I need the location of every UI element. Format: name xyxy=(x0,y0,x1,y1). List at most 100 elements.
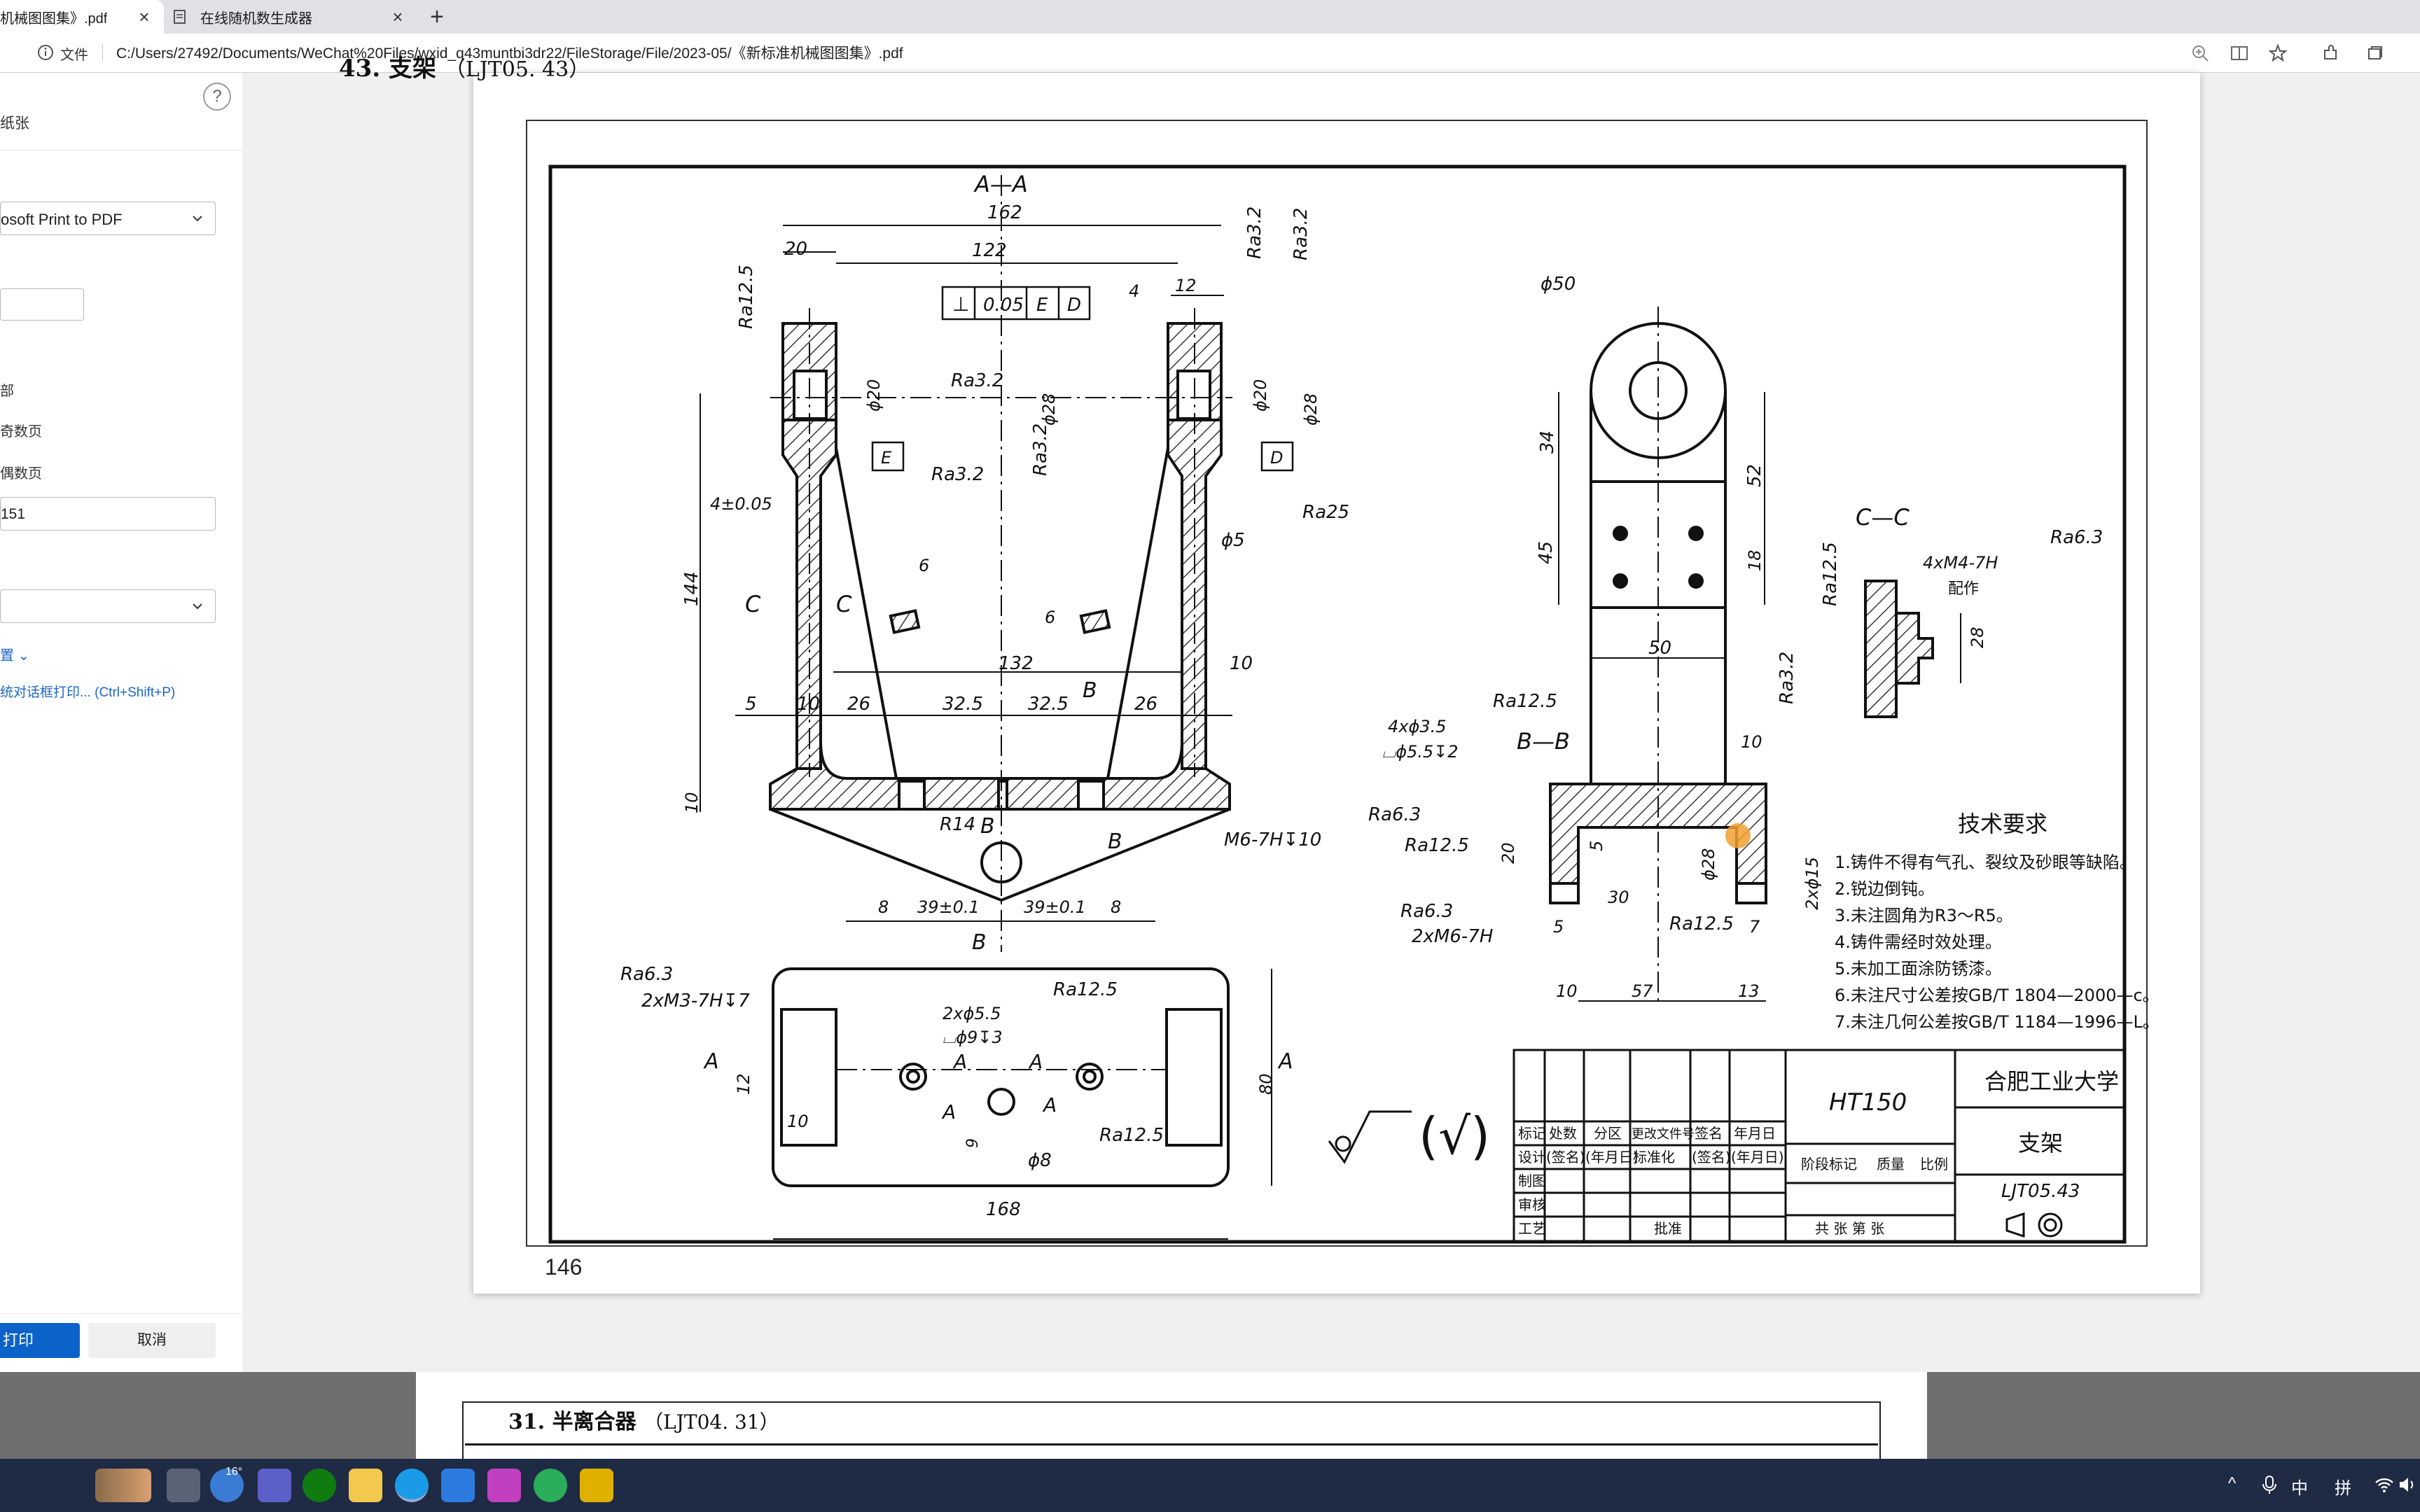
dim-5-c: 5 xyxy=(1587,841,1606,851)
tb-r2-c6: (年月日) xyxy=(1731,1149,1784,1166)
wifi-icon[interactable] xyxy=(2374,1476,2395,1494)
dim-8-a: 8 xyxy=(878,897,889,917)
dim-phi5: ϕ5 xyxy=(1221,530,1245,551)
dim-r14: R14 xyxy=(940,814,975,835)
next-page-title: 31. 半离合器 （LJT04. 31） xyxy=(508,1404,779,1435)
tb-material: HT150 xyxy=(1829,1088,1907,1116)
dim-18: 18 xyxy=(1745,550,1765,571)
roughness-ra3-2-c: Ra3.2 xyxy=(951,370,1003,391)
dim-4: 4 xyxy=(1129,281,1139,301)
section-aa-view xyxy=(769,175,1232,952)
dim-122: 122 xyxy=(972,240,1007,261)
xbox-icon[interactable] xyxy=(302,1469,336,1502)
perpendicularity-symbol: ⊥ xyxy=(952,293,969,316)
section-b-mark-4: B xyxy=(972,930,987,955)
roughness-ra3-2-e: Ra3.2 xyxy=(1030,424,1051,476)
dim-7: 7 xyxy=(1749,917,1760,937)
dim-6-right: 6 xyxy=(1045,608,1055,627)
dim-80: 80 xyxy=(1256,1073,1276,1095)
tb-r1-c2: 处数 xyxy=(1549,1125,1577,1142)
roughness-ra6-3-a: Ra6.3 xyxy=(620,964,673,985)
dim-phi8: ϕ8 xyxy=(1028,1150,1052,1171)
wechat-icon[interactable] xyxy=(534,1469,567,1502)
dim-6-left: 6 xyxy=(919,556,929,575)
tb-r1-c4: 更改文件号 xyxy=(1632,1127,1695,1142)
ime-language[interactable]: 中 xyxy=(2291,1474,2308,1499)
dim-10-b: 10 xyxy=(1230,653,1253,674)
dim-2x-phi5-5: 2xϕ5.5 xyxy=(943,1004,1001,1023)
teams-icon[interactable] xyxy=(258,1469,291,1502)
tb-part-name: 支架 xyxy=(2018,1130,2063,1156)
photos-icon[interactable] xyxy=(487,1469,521,1502)
dim-144: 144 xyxy=(681,571,702,606)
store-icon[interactable] xyxy=(441,1469,475,1502)
notes-app-icon[interactable] xyxy=(580,1469,613,1502)
tb-r1-c6: 年月日 xyxy=(1734,1125,1776,1142)
section-a-inner-4: A xyxy=(1042,1093,1057,1116)
dim-26-b: 26 xyxy=(1134,694,1157,715)
section-aa-label: A—A xyxy=(973,171,1028,197)
weather-temp: 16° xyxy=(225,1466,243,1478)
engineering-drawing: A—A 162 20 122 12 4 ⊥ 0.05 E D Ra12.5 Ra… xyxy=(526,120,2160,1247)
dim-57: 57 xyxy=(1632,981,1653,1001)
dim-39-b: 39±0.1 xyxy=(1024,897,1086,917)
dim-10-a: 10 xyxy=(797,694,820,715)
dim-phi20-right: ϕ20 xyxy=(1251,379,1270,412)
dim-9: 9 xyxy=(964,1138,982,1148)
tb-r2-c4: 标准化 xyxy=(1633,1149,1675,1166)
dim-phi28-left: ϕ28 xyxy=(1039,393,1059,426)
dim-12-b: 12 xyxy=(734,1073,753,1095)
dim-10-e: 10 xyxy=(1741,732,1762,752)
dim-10-d: 10 xyxy=(787,1112,809,1131)
dim-8-b: 8 xyxy=(1111,897,1121,917)
task-view-icon[interactable] xyxy=(167,1469,200,1502)
roughness-circle xyxy=(1335,1135,1351,1152)
next-page-title-name: 半离合器 xyxy=(552,1410,637,1434)
dim-10-f: 10 xyxy=(1556,981,1578,1001)
thread-m4: 4xM4-7H xyxy=(1923,553,1998,573)
roughness-ra6-3-c: Ra6.3 xyxy=(1400,901,1453,922)
tech-req-3: 3.未注圆角为R3～R5。 xyxy=(1835,906,2013,925)
widgets-icon[interactable] xyxy=(95,1469,151,1502)
tech-req-title: 技术要求 xyxy=(1958,811,2047,837)
feature-control-frame: ⊥ 0.05 E D xyxy=(941,286,1091,321)
dim-phi20-left: ϕ20 xyxy=(864,379,884,412)
section-c-left: C xyxy=(745,591,761,617)
dim-28: 28 xyxy=(1968,626,1987,648)
section-a-inner-2: A xyxy=(1028,1050,1043,1073)
chevron-up-icon[interactable]: ^ xyxy=(2228,1474,2236,1494)
dim-30: 30 xyxy=(1608,888,1629,907)
roughness-ra25: Ra25 xyxy=(1302,502,1349,523)
dim-phi5-5-b: ⌴ϕ5.5↧2 xyxy=(1382,742,1459,762)
dim-10-c: 10 xyxy=(682,792,702,813)
tb-stage-mark: 阶段标记 xyxy=(1801,1156,1857,1172)
roughness-ra12-5-b: Ra12.5 xyxy=(1053,979,1118,1000)
roughness-ra3-2-f: Ra3.2 xyxy=(1776,652,1797,704)
tech-req-6: 6.未注尺寸公差按GB/T 1804—2000—c。 xyxy=(1835,986,2160,1005)
next-page-border xyxy=(465,1443,1878,1459)
section-a-inner-3: A xyxy=(941,1100,956,1124)
tech-req-1: 1.铸件不得有气孔、裂纹及砂眼等缺陷。 xyxy=(1835,853,2136,872)
dim-26-a: 26 xyxy=(847,694,870,715)
tb-scale: 比例 xyxy=(1920,1156,1948,1172)
datum-d: D xyxy=(1260,441,1294,472)
ime-mode[interactable]: 拼 xyxy=(2335,1474,2351,1499)
tb-r1-c1: 标记 xyxy=(1518,1125,1546,1142)
weather-icon[interactable]: 16° xyxy=(210,1466,244,1502)
tb-r4: 审核 xyxy=(1518,1196,1546,1213)
roughness-ra12-5-a: Ra12.5 xyxy=(736,265,757,329)
dim-32-5-a: 32.5 xyxy=(943,694,983,715)
top-view xyxy=(772,967,1272,1240)
tb-r1-c5: 签名 xyxy=(1695,1125,1723,1142)
microphone-icon[interactable] xyxy=(2260,1474,2279,1495)
volume-icon[interactable] xyxy=(2398,1476,2417,1494)
file-explorer-icon[interactable] xyxy=(349,1469,382,1502)
tb-mass: 质量 xyxy=(1877,1156,1905,1172)
dim-4pm005: 4±0.05 xyxy=(710,494,772,514)
edge-icon[interactable] xyxy=(395,1469,429,1502)
section-bb-label: B—B xyxy=(1517,728,1570,755)
dim-20: 20 xyxy=(784,239,807,260)
dim-132: 132 xyxy=(999,653,1034,674)
dim-13: 13 xyxy=(1738,981,1760,1001)
section-cc-view xyxy=(1864,580,1961,718)
